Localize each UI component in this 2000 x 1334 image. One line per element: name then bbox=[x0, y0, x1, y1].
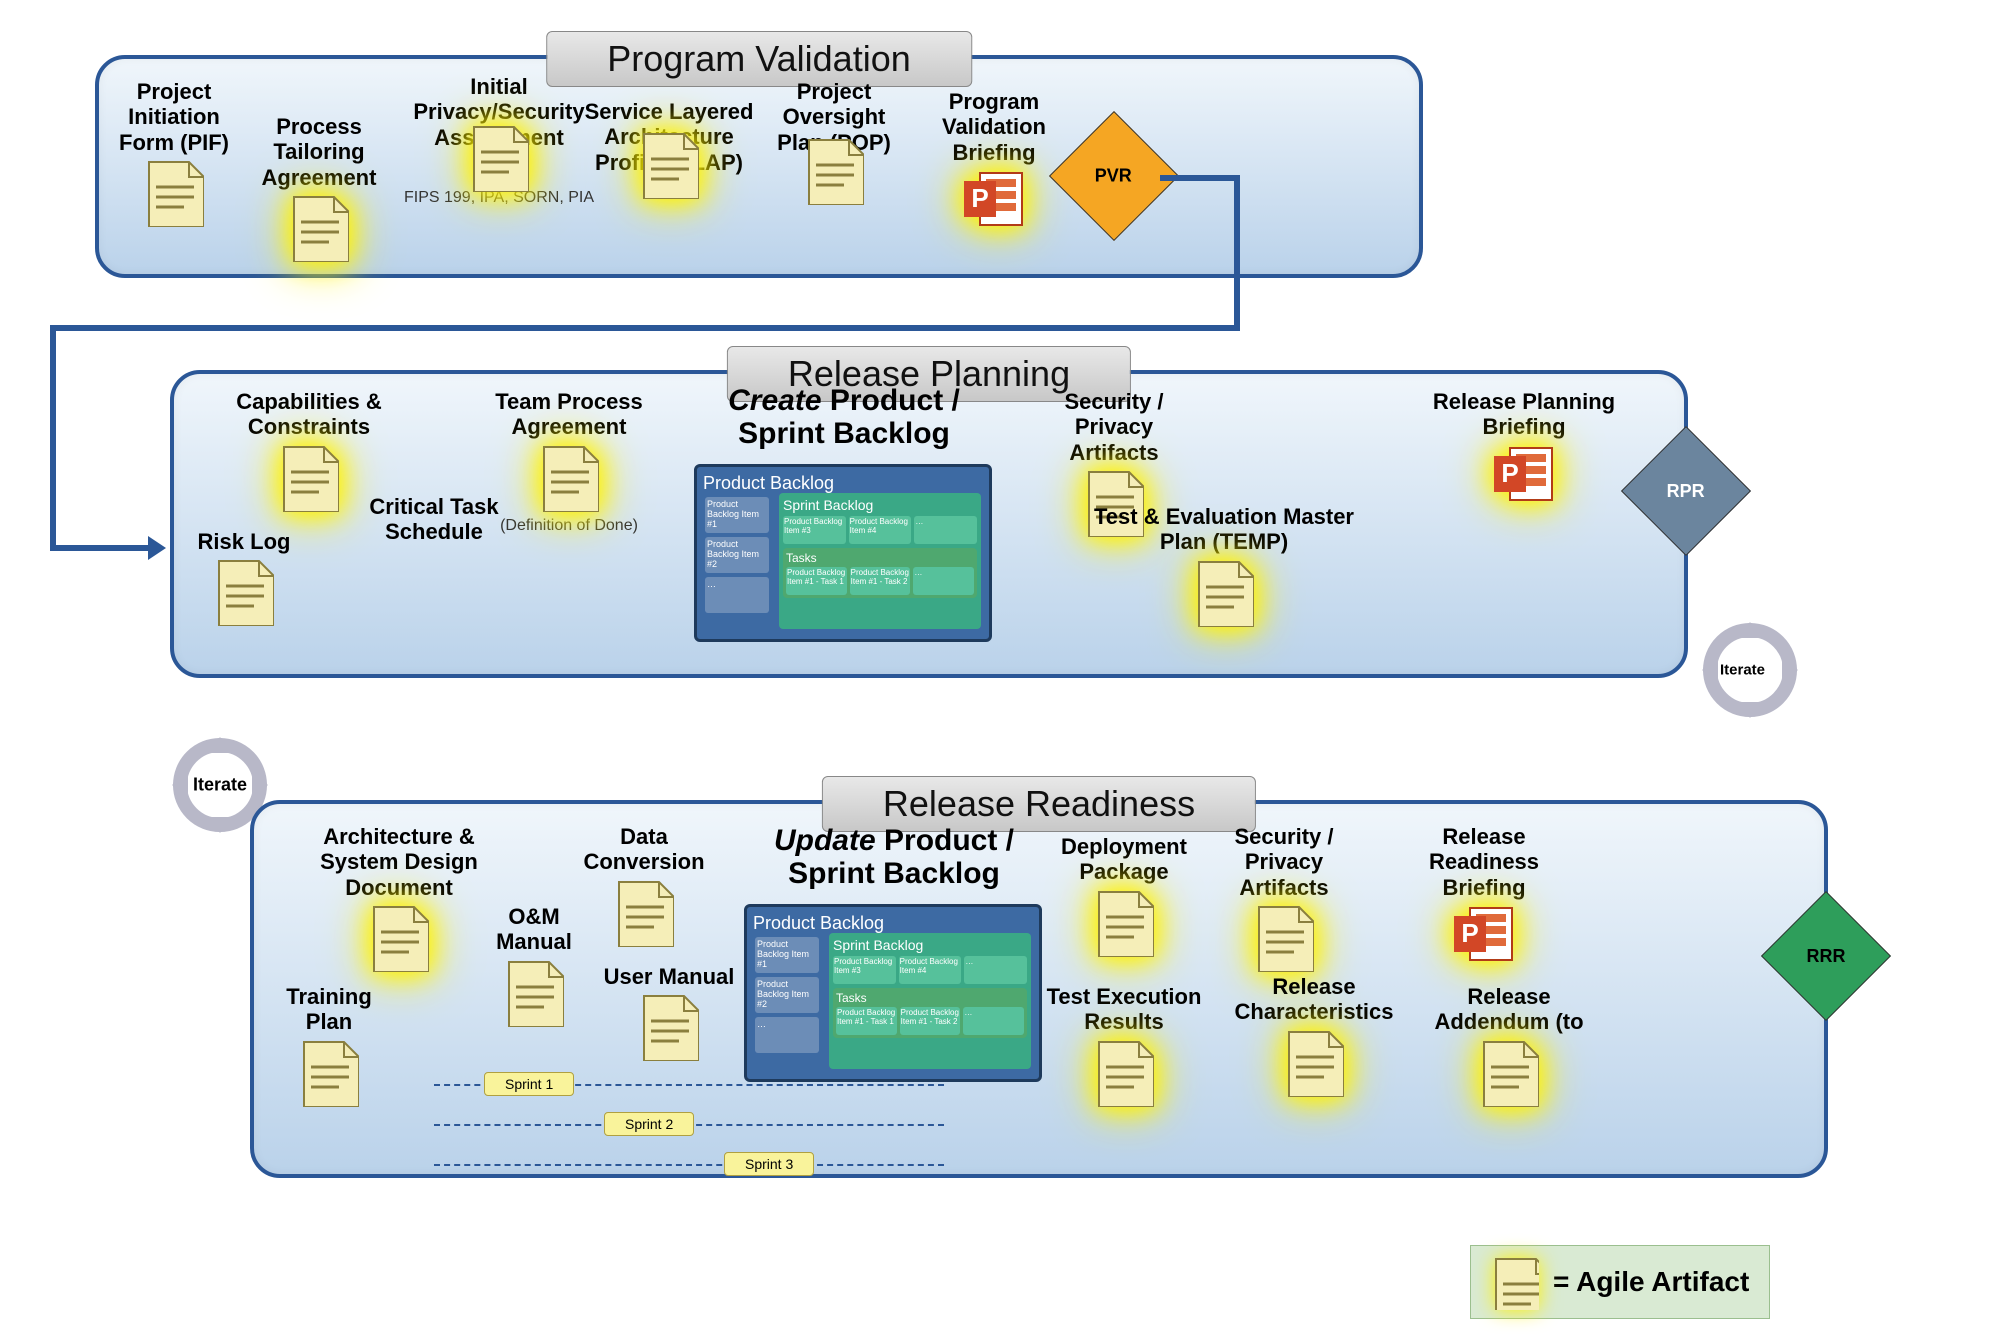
artifact-label: Training Plan bbox=[264, 984, 394, 1035]
artifact-label: Release Addendum (to bbox=[1414, 984, 1604, 1035]
document-icon bbox=[1094, 887, 1154, 957]
artifact-release-characteristics: Release Characteristics bbox=[1224, 974, 1404, 1102]
artifact-security-privacy: Security / Privacy Artifacts bbox=[1214, 824, 1354, 977]
artifact-label: Capabilities & Constraints bbox=[234, 389, 384, 440]
backlog-create-title: Create Product / Sprint Backlog bbox=[684, 384, 1004, 450]
artifact-data-conversion: Data Conversion bbox=[574, 824, 714, 952]
flow-line bbox=[50, 545, 150, 551]
document-icon bbox=[1194, 557, 1254, 627]
document-icon bbox=[469, 122, 529, 192]
document-icon bbox=[1284, 1027, 1344, 1097]
document-icon bbox=[614, 877, 674, 947]
artifact-user-manual: User Manual bbox=[594, 964, 744, 1066]
artifact-label: Security / Privacy Artifacts bbox=[1214, 824, 1354, 900]
product-backlog-panel: Product Backlog Product Backlog Item #1 … bbox=[694, 464, 992, 642]
artifact-deployment-package: Deployment Package bbox=[1044, 834, 1204, 962]
document-icon bbox=[214, 556, 274, 626]
document-icon bbox=[1479, 1037, 1539, 1107]
artifact-rr-briefing: Release Readiness Briefing bbox=[1404, 824, 1564, 971]
artifact-temp: Test & Evaluation Master Plan (TEMP) bbox=[1094, 504, 1354, 632]
gate-label: RRR bbox=[1807, 946, 1846, 967]
document-icon bbox=[1254, 902, 1314, 972]
tasks-header: Tasks bbox=[836, 991, 1024, 1005]
artifact-label: Test Execution Results bbox=[1034, 984, 1214, 1035]
artifact-label: Process Tailoring Agreement bbox=[234, 114, 404, 190]
document-icon bbox=[504, 957, 564, 1027]
artifact-label: Project Initiation Form (PIF) bbox=[109, 79, 239, 155]
artifact-ipsa: Initial Privacy/Security Assessment FIPS… bbox=[399, 74, 599, 207]
artifact-label: User Manual bbox=[594, 964, 744, 989]
artifact-training-plan: Training Plan bbox=[264, 984, 394, 1112]
artifact-test-exec-results: Test Execution Results bbox=[1034, 984, 1214, 1112]
diagram-canvas: Program Validation Project Initiation Fo… bbox=[0, 0, 2000, 1334]
gate-label: PVR bbox=[1095, 165, 1132, 186]
artifact-label: Team Process Agreement bbox=[484, 389, 654, 440]
document-icon bbox=[804, 135, 864, 205]
sprint-backlog-header: Sprint Backlog bbox=[833, 937, 1027, 953]
artifact-release-addendum: Release Addendum (to bbox=[1414, 984, 1604, 1112]
artifact-pop: Project Oversight Plan (POP) bbox=[759, 79, 909, 210]
product-backlog-panel: Product Backlog Product Backlog Item #1 … bbox=[744, 904, 1042, 1082]
powerpoint-icon bbox=[1452, 902, 1516, 966]
artifact-label: Data Conversion bbox=[574, 824, 714, 875]
document-icon bbox=[539, 442, 599, 512]
iterate-label: Iterate bbox=[193, 775, 247, 796]
artifact-tpa: Team Process Agreement (Definition of Do… bbox=[484, 389, 654, 535]
backlog-header: Product Backlog bbox=[703, 473, 983, 494]
phase-release-readiness: Release Readiness Architecture & System … bbox=[250, 800, 1828, 1178]
iterate-cycle-right: Iterate bbox=[1700, 620, 1800, 720]
artifact-label: Release Characteristics bbox=[1224, 974, 1404, 1025]
document-icon bbox=[1491, 1254, 1539, 1310]
artifact-pta: Process Tailoring Agreement bbox=[234, 114, 404, 267]
sprint-backlog-header: Sprint Backlog bbox=[783, 497, 977, 513]
artifact-label: Architecture & System Design Document bbox=[304, 824, 494, 900]
flow-line bbox=[1234, 175, 1240, 325]
artifact-sublabel: (Definition of Done) bbox=[484, 517, 654, 535]
iterate-label: Iterate bbox=[1720, 662, 1780, 679]
document-icon bbox=[279, 442, 339, 512]
backlog-update-title: Update Product / Sprint Backlog bbox=[734, 824, 1054, 890]
tasks-header: Tasks bbox=[786, 551, 974, 565]
artifact-label: Test & Evaluation Master Plan (TEMP) bbox=[1094, 504, 1354, 555]
artifact-label: Release Readiness Briefing bbox=[1404, 824, 1564, 900]
sprint-box-1: Sprint 1 bbox=[484, 1072, 574, 1096]
sprint-lane-line bbox=[434, 1164, 944, 1166]
artifact-rp-briefing: Release Planning Briefing bbox=[1414, 389, 1634, 511]
artifact-risk-log: Risk Log bbox=[184, 529, 304, 631]
flow-line bbox=[50, 325, 56, 545]
sprint-box-2: Sprint 2 bbox=[604, 1112, 694, 1136]
gate-label: RPR bbox=[1667, 480, 1705, 501]
document-icon bbox=[144, 157, 204, 227]
phase-program-validation: Program Validation Project Initiation Fo… bbox=[95, 55, 1423, 278]
legend-text: = Agile Artifact bbox=[1553, 1266, 1749, 1298]
artifact-label: Program Validation Briefing bbox=[919, 89, 1069, 165]
powerpoint-icon bbox=[962, 167, 1026, 231]
phase-release-planning: Release Planning Capabilities & Constrai… bbox=[170, 370, 1688, 678]
artifact-pv-briefing: Program Validation Briefing bbox=[919, 89, 1069, 236]
artifact-asdd: Architecture & System Design Document bbox=[304, 824, 494, 977]
artifact-label: Risk Log bbox=[184, 529, 304, 554]
flow-line bbox=[50, 325, 1240, 331]
document-icon bbox=[299, 1037, 359, 1107]
document-icon bbox=[369, 902, 429, 972]
artifact-slap: Service Layered Architecture Profile (SL… bbox=[579, 99, 759, 204]
document-icon bbox=[639, 129, 699, 199]
artifact-pif: Project Initiation Form (PIF) bbox=[109, 79, 239, 232]
artifact-label: Security / Privacy Artifacts bbox=[1044, 389, 1184, 465]
arrow-icon bbox=[148, 536, 166, 560]
document-icon bbox=[639, 991, 699, 1061]
artifact-label: Release Planning Briefing bbox=[1414, 389, 1634, 440]
artifact-label: Deployment Package bbox=[1044, 834, 1204, 885]
document-icon bbox=[289, 192, 349, 262]
legend-agile-artifact: = Agile Artifact bbox=[1470, 1245, 1770, 1319]
document-icon bbox=[1094, 1037, 1154, 1107]
backlog-header: Product Backlog bbox=[753, 913, 1033, 934]
sprint-box-3: Sprint 3 bbox=[724, 1152, 814, 1176]
flow-line bbox=[1160, 175, 1240, 181]
powerpoint-icon bbox=[1492, 442, 1556, 506]
